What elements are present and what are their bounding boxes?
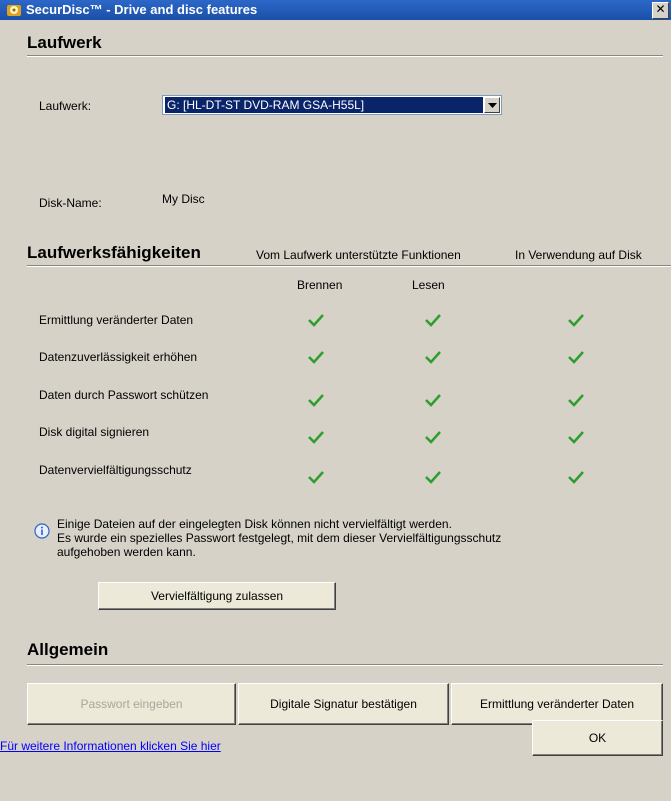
capabilities-section-title: Laufwerksfähigkeiten <box>27 243 201 262</box>
read-check-icon <box>425 314 441 327</box>
burn-check-icon <box>308 351 324 364</box>
read-check-icon <box>425 351 441 364</box>
enter-password-button[interactable]: Passwort eingeben <box>27 683 236 725</box>
capability-label: Datenzuverlässigkeit erhöhen <box>39 350 198 364</box>
drive-label: Laufwerk: <box>39 99 92 113</box>
drive-select-value: G: [HL-DT-ST DVD-RAM GSA-H55L] <box>164 96 484 114</box>
read-column-header: Lesen <box>412 278 445 292</box>
allow-copy-button[interactable]: Vervielfältigung zulassen <box>98 582 336 610</box>
drive-section-title: Laufwerk <box>27 33 102 52</box>
info-line-2: Es wurde ein spezielles Passwort festgel… <box>57 531 502 545</box>
in-use-check-icon <box>568 351 584 364</box>
general-section-title: Allgemein <box>27 640 109 659</box>
divider <box>27 664 663 666</box>
read-check-icon <box>425 471 441 484</box>
capability-label: Disk digital signieren <box>39 425 150 439</box>
title-bar: SecurDisc™ - Drive and disc features ✕ <box>0 0 671 20</box>
close-button[interactable]: ✕ <box>652 2 669 19</box>
info-icon <box>34 523 50 539</box>
chevron-down-icon <box>488 103 497 108</box>
info-line-1: Einige Dateien auf der eingelegten Disk … <box>57 517 452 531</box>
info-text: Einige Dateien auf der eingelegten Disk … <box>57 517 501 559</box>
drive-select[interactable]: G: [HL-DT-ST DVD-RAM GSA-H55L] <box>162 95 502 115</box>
capability-label: Daten durch Passwort schützen <box>39 388 209 402</box>
window-title: SecurDisc™ - Drive and disc features <box>26 2 258 17</box>
capability-label: Ermittlung veränderter Daten <box>39 313 194 327</box>
capability-label: Datenvervielfältigungsschutz <box>39 463 192 477</box>
detect-changed-data-button[interactable]: Ermittlung veränderter Daten <box>451 683 663 725</box>
read-check-icon <box>425 431 441 444</box>
close-icon: ✕ <box>655 2 666 16</box>
in-use-check-icon <box>568 394 584 407</box>
disk-name-label: Disk-Name: <box>39 196 102 210</box>
in-use-check-icon <box>568 431 584 444</box>
disk-name-value: My Disc <box>162 192 205 206</box>
divider <box>27 265 671 267</box>
in-use-check-icon <box>568 314 584 327</box>
drive-dropdown-button[interactable] <box>484 97 500 113</box>
read-check-icon <box>425 394 441 407</box>
divider <box>27 55 663 57</box>
in-use-check-icon <box>568 471 584 484</box>
supported-functions-header: Vom Laufwerk unterstützte Funktionen <box>256 248 461 262</box>
info-line-3: aufgehoben werden kann. <box>57 545 196 559</box>
confirm-signature-button[interactable]: Digitale Signatur bestätigen <box>238 683 449 725</box>
app-icon <box>7 5 21 16</box>
burn-check-icon <box>308 314 324 327</box>
in-use-header: In Verwendung auf Disk <box>515 248 642 262</box>
burn-check-icon <box>308 394 324 407</box>
burn-check-icon <box>308 471 324 484</box>
burn-check-icon <box>308 431 324 444</box>
burn-column-header: Brennen <box>297 278 343 292</box>
ok-button[interactable]: OK <box>532 720 663 756</box>
more-info-link[interactable]: Für weitere Informationen klicken Sie hi… <box>0 739 221 753</box>
